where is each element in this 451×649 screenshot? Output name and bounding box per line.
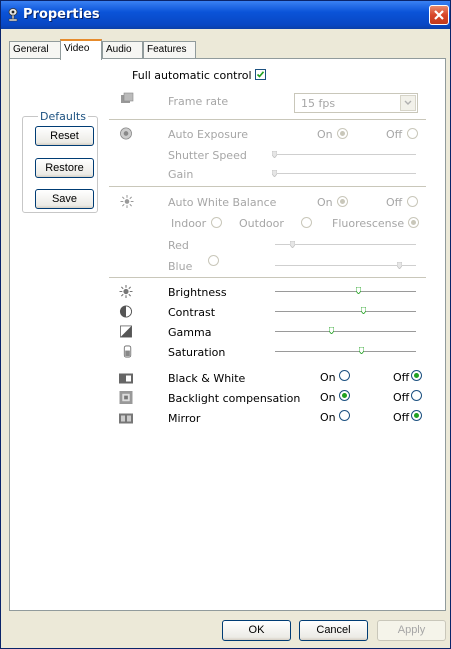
saturation-icon — [123, 345, 132, 358]
section-divider — [109, 277, 426, 278]
reset-button[interactable]: Reset — [35, 126, 94, 146]
brightness-icon — [119, 285, 133, 298]
bw-off-label: Off — [393, 371, 410, 384]
frame-rate-label: Frame rate — [168, 95, 229, 108]
brightness-slider[interactable] — [275, 291, 416, 293]
gamma-slider-thumb[interactable] — [328, 327, 334, 334]
contrast-slider-thumb[interactable] — [361, 307, 367, 314]
mirror-off-radio[interactable] — [411, 410, 422, 421]
exposure-on-radio[interactable] — [337, 128, 348, 139]
backlight-on-label: On — [320, 391, 336, 404]
saturation-slider[interactable] — [275, 351, 416, 353]
cancel-button[interactable]: Cancel — [299, 620, 368, 641]
save-button[interactable]: Save — [35, 189, 94, 209]
black-white-icon — [119, 373, 133, 384]
backlight-label: Backlight compensation — [168, 392, 301, 405]
exposure-on-label: On — [317, 128, 333, 141]
apply-button[interactable]: Apply — [377, 620, 446, 641]
bw-off-radio[interactable] — [411, 370, 422, 381]
gain-slider[interactable] — [275, 173, 416, 175]
title-bar[interactable]: Properties — [1, 1, 450, 29]
exposure-off-label: Off — [386, 128, 403, 141]
slider-thumb — [397, 262, 402, 269]
contrast-slider[interactable] — [275, 311, 416, 313]
slider-thumb — [272, 151, 277, 158]
brightness-slider-thumb[interactable] — [355, 287, 361, 294]
frame-rate-value: 15 fps — [301, 97, 336, 110]
full-auto-checkbox[interactable] — [255, 69, 266, 80]
fluorescense-label: Fluorescense — [332, 217, 405, 230]
contrast-label: Contrast — [168, 306, 216, 319]
red-label: Red — [168, 239, 189, 252]
outdoor-radio[interactable] — [301, 217, 312, 228]
backlight-off-label: Off — [393, 391, 410, 404]
backlight-on-radio[interactable] — [339, 390, 350, 401]
auto-exposure-label: Auto Exposure — [168, 128, 248, 141]
section-divider — [109, 186, 426, 187]
blue-label: Blue — [168, 260, 193, 273]
gain-label: Gain — [168, 168, 194, 181]
wb-on-label: On — [317, 196, 333, 209]
indoor-radio[interactable] — [211, 217, 222, 228]
mirror-label: Mirror — [168, 412, 201, 425]
brightness-label: Brightness — [168, 286, 227, 299]
properties-window: Properties General Video Audio Features … — [0, 0, 451, 649]
tab-video[interactable]: Video — [60, 39, 102, 60]
wb-on-radio[interactable] — [337, 196, 348, 207]
tab-audio[interactable]: Audio — [102, 41, 143, 58]
restore-button[interactable]: Restore — [35, 158, 94, 178]
checkmark-icon — [256, 71, 265, 78]
fluorescense-radio[interactable] — [408, 217, 419, 228]
tab-general[interactable]: General — [9, 41, 61, 58]
outdoor-label: Outdoor — [239, 217, 284, 230]
gamma-icon — [120, 325, 132, 338]
red-slider[interactable] — [275, 244, 416, 246]
wb-off-radio[interactable] — [407, 196, 418, 207]
mirror-on-radio[interactable] — [339, 410, 350, 421]
auto-white-balance-label: Auto White Balance — [168, 196, 277, 209]
wb-off-label: Off — [386, 196, 403, 209]
webcam-icon — [8, 8, 18, 22]
tab-features[interactable]: Features — [143, 41, 196, 58]
slider-thumb — [272, 170, 277, 177]
gamma-label: Gamma — [168, 326, 212, 339]
blue-radio[interactable] — [208, 255, 219, 266]
shutter-speed-label: Shutter Speed — [168, 149, 247, 162]
ok-button[interactable]: OK — [222, 620, 291, 641]
mirror-off-label: Off — [393, 411, 410, 424]
exposure-off-radio[interactable] — [407, 128, 418, 139]
gamma-slider[interactable] — [275, 331, 416, 333]
bw-on-label: On — [320, 371, 336, 384]
contrast-icon — [119, 305, 133, 318]
saturation-label: Saturation — [168, 346, 226, 359]
chevron-down-icon — [400, 95, 416, 111]
black-white-label: Black & White — [168, 372, 246, 385]
frame-rate-icon — [121, 92, 134, 103]
white-balance-icon — [120, 195, 134, 208]
saturation-slider-thumb[interactable] — [358, 347, 364, 354]
defaults-title: Defaults — [38, 110, 88, 123]
shutter-speed-slider[interactable] — [275, 154, 416, 156]
blue-slider[interactable] — [275, 265, 416, 267]
exposure-icon — [120, 127, 132, 140]
full-auto-label: Full automatic control — [132, 69, 252, 82]
window-title: Properties — [23, 7, 100, 22]
slider-thumb — [290, 241, 295, 248]
mirror-icon — [119, 413, 133, 424]
bw-on-radio[interactable] — [339, 370, 350, 381]
close-button[interactable] — [429, 5, 449, 25]
indoor-label: Indoor — [171, 217, 207, 230]
backlight-off-radio[interactable] — [411, 390, 422, 401]
close-icon — [434, 10, 444, 20]
mirror-on-label: On — [320, 411, 336, 424]
frame-rate-select[interactable]: 15 fps — [294, 93, 418, 113]
section-divider — [109, 119, 426, 120]
backlight-icon — [119, 391, 133, 404]
